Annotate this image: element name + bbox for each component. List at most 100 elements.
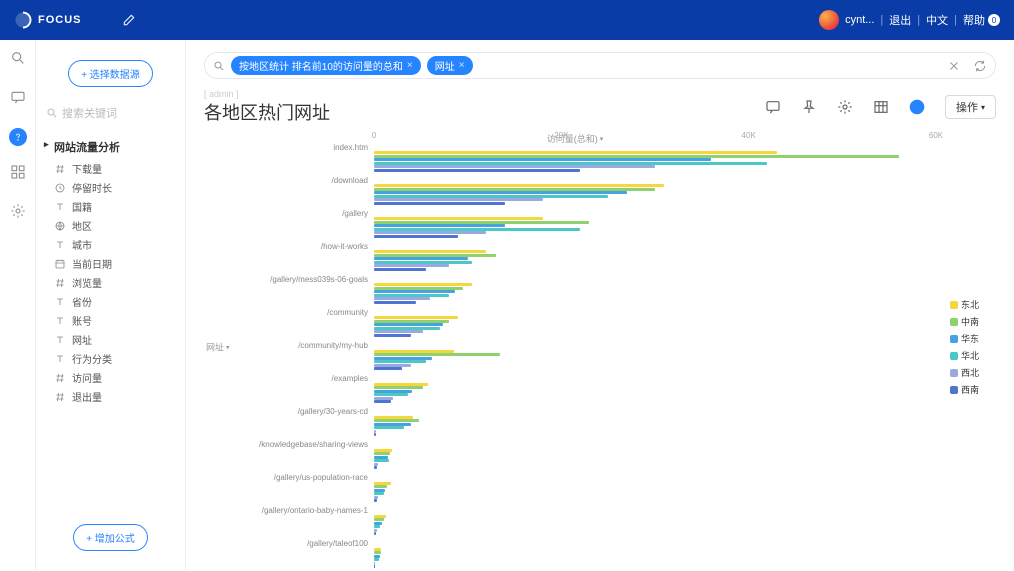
legend-item[interactable]: 西南 <box>950 383 996 396</box>
chart-bar[interactable] <box>374 499 377 502</box>
chart-bar[interactable] <box>374 532 376 535</box>
chart-bar[interactable] <box>374 565 375 568</box>
legend-item[interactable]: 西北 <box>950 366 996 379</box>
y-category-label: /gallery/30-years-cd <box>204 407 374 416</box>
chart-bar[interactable] <box>374 257 468 260</box>
query-pill-2[interactable]: 网址× <box>427 56 473 75</box>
chart-bar[interactable] <box>374 459 389 462</box>
edit-icon[interactable] <box>122 13 136 27</box>
chart-bar[interactable] <box>374 283 472 286</box>
search-icon <box>46 107 58 119</box>
legend-item[interactable]: 东北 <box>950 298 996 311</box>
field-item[interactable]: 国籍 <box>54 197 175 216</box>
chart-bar[interactable] <box>374 158 711 161</box>
field-item[interactable]: 省份 <box>54 292 175 311</box>
username[interactable]: cynt... <box>845 14 874 26</box>
add-formula-button[interactable]: + 增加公式 <box>73 524 148 551</box>
close-icon[interactable]: × <box>407 60 413 71</box>
comment-icon[interactable] <box>765 99 781 115</box>
chart-bar[interactable] <box>374 151 777 154</box>
chart-bar[interactable] <box>374 264 449 267</box>
sidebar-group-title[interactable]: 网站流量分析 <box>36 135 185 159</box>
rail-settings[interactable] <box>10 203 26 224</box>
chart-bar[interactable] <box>374 525 380 528</box>
brand[interactable]: FOCUS <box>14 11 82 29</box>
field-item[interactable]: 访问量 <box>54 368 175 387</box>
refresh-icon[interactable] <box>973 59 987 73</box>
chart-bar[interactable] <box>374 426 404 429</box>
chart-bar[interactable] <box>374 400 391 403</box>
field-item[interactable]: 地区 <box>54 216 175 235</box>
chart-bar[interactable] <box>374 290 455 293</box>
avatar[interactable] <box>819 10 839 30</box>
query-bar[interactable]: 按地区统计 排名前10的访问量的总和× 网址× <box>204 52 996 79</box>
chart-bar[interactable] <box>374 360 426 363</box>
chart-bar[interactable] <box>374 367 402 370</box>
chart-bar[interactable] <box>374 268 426 271</box>
chart-bar[interactable] <box>374 386 423 389</box>
close-icon[interactable]: × <box>459 60 465 71</box>
chart-bar[interactable] <box>374 202 505 205</box>
rail-dashboard[interactable] <box>10 164 26 185</box>
chart-bar[interactable] <box>374 353 500 356</box>
operations-button[interactable]: 操作▾ <box>945 95 996 119</box>
rail-question[interactable] <box>9 128 27 146</box>
field-item[interactable]: 行为分类 <box>54 349 175 368</box>
chart-bar[interactable] <box>374 316 458 319</box>
chart-bar[interactable] <box>374 165 655 168</box>
legend-item[interactable]: 华北 <box>950 349 996 362</box>
chart-bar[interactable] <box>374 235 458 238</box>
help-link[interactable]: 帮助 <box>963 12 985 28</box>
chart-icon[interactable] <box>909 99 925 115</box>
chart-bar[interactable] <box>374 393 408 396</box>
chart-bar[interactable] <box>374 433 376 436</box>
chart-bar[interactable] <box>374 485 387 488</box>
chart-bar[interactable] <box>374 217 543 220</box>
chart-bar[interactable] <box>374 452 390 455</box>
field-item[interactable]: 网址 <box>54 330 175 349</box>
lang-link[interactable]: 中文 <box>926 12 948 28</box>
field-item[interactable]: 城市 <box>54 235 175 254</box>
chart-bar[interactable] <box>374 330 423 333</box>
chart-bar[interactable] <box>374 301 416 304</box>
chart-bar[interactable] <box>374 334 411 337</box>
chart-bar[interactable] <box>374 231 486 234</box>
legend-item[interactable]: 华东 <box>950 332 996 345</box>
chart-bar[interactable] <box>374 323 443 326</box>
field-item[interactable]: 账号 <box>54 311 175 330</box>
pin-icon[interactable] <box>801 99 817 115</box>
rail-search[interactable] <box>10 50 26 71</box>
field-item[interactable]: 退出量 <box>54 387 175 406</box>
clear-icon[interactable] <box>947 59 961 73</box>
field-item[interactable]: 当前日期 <box>54 254 175 273</box>
query-pill-1[interactable]: 按地区统计 排名前10的访问量的总和× <box>231 56 421 75</box>
field-item[interactable]: 下载量 <box>54 159 175 178</box>
field-item[interactable]: 停留时长 <box>54 178 175 197</box>
table-icon[interactable] <box>873 99 889 115</box>
chart-bar[interactable] <box>374 492 384 495</box>
chart-bar[interactable] <box>374 419 419 422</box>
logout-link[interactable]: 退出 <box>889 12 911 28</box>
field-label: 访问量 <box>72 370 102 385</box>
chart-bar[interactable] <box>374 224 505 227</box>
field-type-icon <box>54 182 66 194</box>
legend-item[interactable]: 中南 <box>950 315 996 328</box>
field-label: 退出量 <box>72 389 102 404</box>
field-item[interactable]: 浏览量 <box>54 273 175 292</box>
chart-bar[interactable] <box>374 184 664 187</box>
chart-bar[interactable] <box>374 198 543 201</box>
field-type-icon <box>54 277 66 289</box>
sidebar-search[interactable]: 搜索关键词 <box>36 101 185 125</box>
x-tick: 60K <box>929 131 943 140</box>
chart-bar[interactable] <box>374 466 377 469</box>
select-datasource-button[interactable]: + 选择数据源 <box>68 60 153 87</box>
chart-bar[interactable] <box>374 191 627 194</box>
rail-chat[interactable] <box>10 89 26 110</box>
gear-icon[interactable] <box>837 99 853 115</box>
chart-bar[interactable] <box>374 250 486 253</box>
chart-bar[interactable] <box>374 169 580 172</box>
chart-bar[interactable] <box>374 297 430 300</box>
legend-label: 中南 <box>961 315 979 328</box>
chart-bar[interactable] <box>374 518 384 521</box>
chart-bar[interactable] <box>374 558 379 561</box>
